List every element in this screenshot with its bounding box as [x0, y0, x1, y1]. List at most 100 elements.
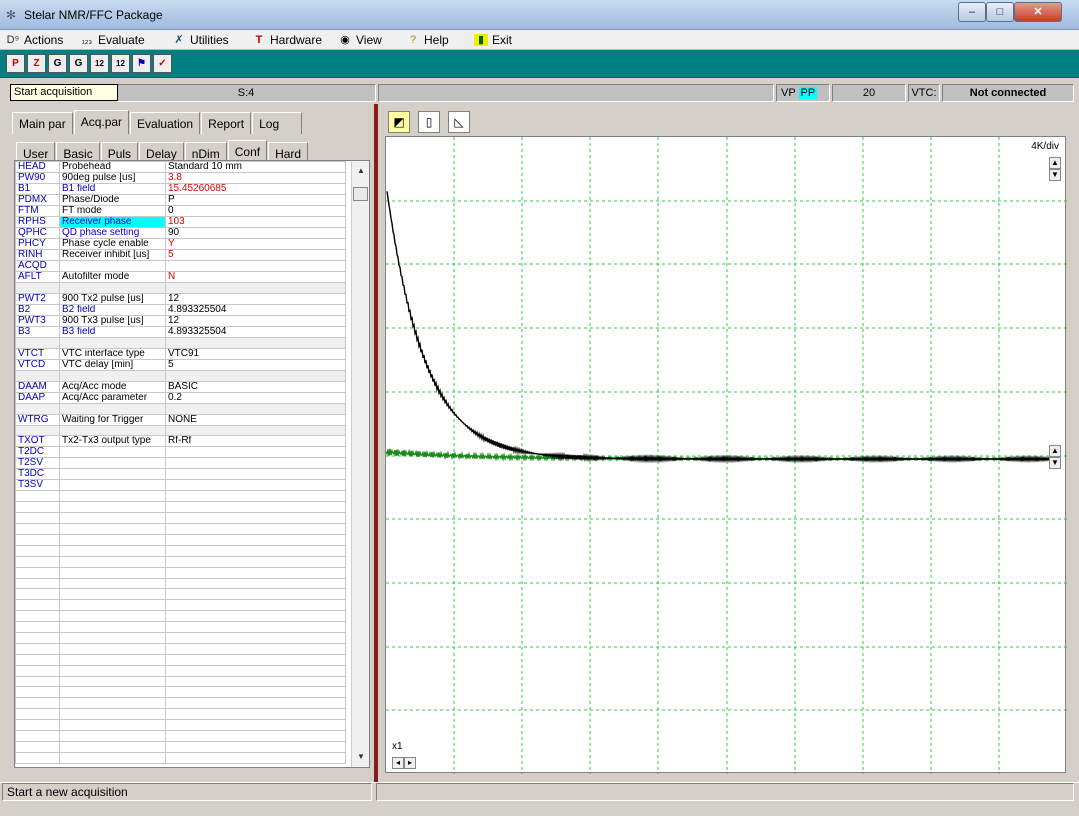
param-row[interactable] — [15, 402, 346, 415]
scroll-thumb[interactable] — [353, 187, 368, 201]
param-row[interactable] — [15, 697, 346, 710]
param-value[interactable] — [165, 457, 346, 470]
param-value[interactable]: Rf-Rf — [165, 435, 346, 448]
fit-button[interactable]: G — [48, 54, 67, 73]
param-value[interactable]: 90 — [165, 227, 346, 239]
param-row[interactable]: RPHS Receiver phase 103 — [15, 216, 346, 228]
param-value[interactable]: N — [165, 271, 346, 283]
param-value[interactable]: 103 — [165, 216, 346, 228]
param-value[interactable] — [165, 523, 346, 536]
param-row[interactable]: WTRG Waiting for Trigger NONE — [15, 413, 346, 426]
param-value[interactable]: 12 — [165, 292, 346, 305]
check-button[interactable]: ✓ — [153, 54, 172, 73]
param-value[interactable]: BASIC — [165, 380, 346, 393]
param-value[interactable] — [165, 424, 346, 437]
param-value[interactable] — [165, 751, 346, 764]
param-row[interactable] — [15, 369, 346, 382]
param-row[interactable] — [15, 336, 346, 349]
param-row[interactable]: PWT3 900 Tx3 pulse [us] 12 — [15, 314, 346, 327]
param-row[interactable] — [15, 632, 346, 644]
param-value[interactable] — [165, 621, 346, 634]
minimize-button[interactable]: – — [958, 2, 986, 22]
param-row[interactable] — [15, 686, 346, 699]
param-row[interactable] — [15, 490, 346, 503]
menu-actions[interactable]: D⁹ Actions — [6, 33, 64, 47]
zoom-left-button[interactable]: ◂ — [392, 757, 404, 769]
param-row[interactable] — [15, 719, 346, 732]
scroll-up-arrow[interactable]: ▲ — [354, 165, 368, 177]
table-scrollbar[interactable]: ▲ ▼ — [351, 161, 369, 767]
param-row[interactable]: TXOT Tx2-Tx3 output type Rf-Rf — [15, 435, 346, 448]
param-value[interactable]: 0 — [165, 205, 346, 217]
param-row[interactable] — [15, 577, 346, 590]
param-row[interactable]: QPHC QD phase setting 90 — [15, 227, 346, 239]
param-row[interactable] — [15, 512, 346, 525]
param-value[interactable] — [165, 468, 346, 481]
start-acquisition-button[interactable]: P — [6, 54, 25, 73]
menu-utilities[interactable]: ✗ Utilities — [172, 33, 228, 47]
param-value[interactable] — [165, 740, 346, 753]
param-value[interactable] — [165, 479, 346, 492]
param-row[interactable]: PHCY Phase cycle enable Y — [15, 238, 346, 250]
param-value[interactable] — [165, 632, 346, 644]
param-value[interactable] — [165, 599, 346, 612]
zoom-right-button[interactable]: ▸ — [404, 757, 416, 769]
param-value[interactable] — [165, 501, 346, 514]
param-row[interactable] — [15, 730, 346, 742]
param-row[interactable] — [15, 501, 346, 514]
param-row[interactable]: VTCT VTC interface type VTC91 — [15, 347, 346, 360]
param-value[interactable] — [165, 566, 346, 579]
param-row[interactable]: T2DC — [15, 446, 346, 459]
tab-main-par[interactable]: Main par — [12, 112, 73, 134]
param-value[interactable]: 5 — [165, 249, 346, 261]
param-row[interactable]: RINH Receiver inhibit [us] 5 — [15, 249, 346, 261]
plot-view-tab-2[interactable]: ▯ — [418, 111, 440, 133]
offset-down-button[interactable]: ▼ — [1049, 457, 1061, 469]
param-row[interactable] — [15, 555, 346, 568]
param-value[interactable] — [165, 490, 346, 503]
offset-up-button[interactable]: ▲ — [1049, 445, 1061, 457]
param-value[interactable] — [165, 512, 346, 525]
plot-view-tab-3[interactable]: ◺ — [448, 111, 470, 133]
param-value[interactable] — [165, 708, 346, 721]
maximize-button[interactable]: □ — [986, 2, 1014, 22]
param-value[interactable]: P — [165, 194, 346, 206]
param-value[interactable]: Standard 10 mm — [165, 161, 346, 173]
menu-view[interactable]: ◉ View — [338, 33, 382, 47]
param-value[interactable] — [165, 686, 346, 699]
plot-view-tab-1[interactable]: ◩ — [388, 111, 410, 133]
param-value[interactable] — [165, 697, 346, 710]
param-row[interactable] — [15, 610, 346, 623]
param-row[interactable]: T2SV — [15, 457, 346, 470]
param-row[interactable] — [15, 424, 346, 437]
param-row[interactable]: DAAP Acq/Acc parameter 0.2 — [15, 391, 346, 404]
param-row[interactable]: B3 B3 field 4.893325504 — [15, 325, 346, 338]
param-row[interactable]: T3DC — [15, 468, 346, 481]
param-value[interactable] — [165, 369, 346, 382]
param-row[interactable]: PWT2 900 Tx2 pulse [us] 12 — [15, 292, 346, 305]
param-value[interactable] — [165, 446, 346, 459]
param-value[interactable] — [165, 588, 346, 601]
close-button[interactable]: ✕ — [1014, 2, 1062, 22]
zap-button[interactable]: Z — [27, 54, 46, 73]
tab-acq-par[interactable]: Acq.par — [73, 110, 130, 134]
scale-up-button[interactable]: ▲ — [1049, 157, 1061, 169]
param-row[interactable] — [15, 282, 346, 294]
param-value[interactable]: NONE — [165, 413, 346, 426]
param-value[interactable] — [165, 336, 346, 349]
fit-button-2[interactable]: G — [69, 54, 88, 73]
param-value[interactable]: Y — [165, 238, 346, 250]
param-row[interactable] — [15, 621, 346, 634]
param-row[interactable] — [15, 708, 346, 721]
param-row[interactable]: AFLT Autofilter mode N — [15, 271, 346, 283]
param-value[interactable] — [165, 719, 346, 732]
param-value[interactable] — [165, 664, 346, 677]
param-row[interactable] — [15, 653, 346, 666]
flag-button[interactable]: ⚑ — [132, 54, 151, 73]
param-value[interactable] — [165, 577, 346, 590]
scroll-down-arrow[interactable]: ▼ — [354, 751, 368, 763]
param-value[interactable] — [165, 402, 346, 415]
panel-splitter[interactable] — [374, 104, 378, 782]
param-row[interactable]: DAAM Acq/Acc mode BASIC — [15, 380, 346, 393]
param-value[interactable] — [165, 730, 346, 742]
